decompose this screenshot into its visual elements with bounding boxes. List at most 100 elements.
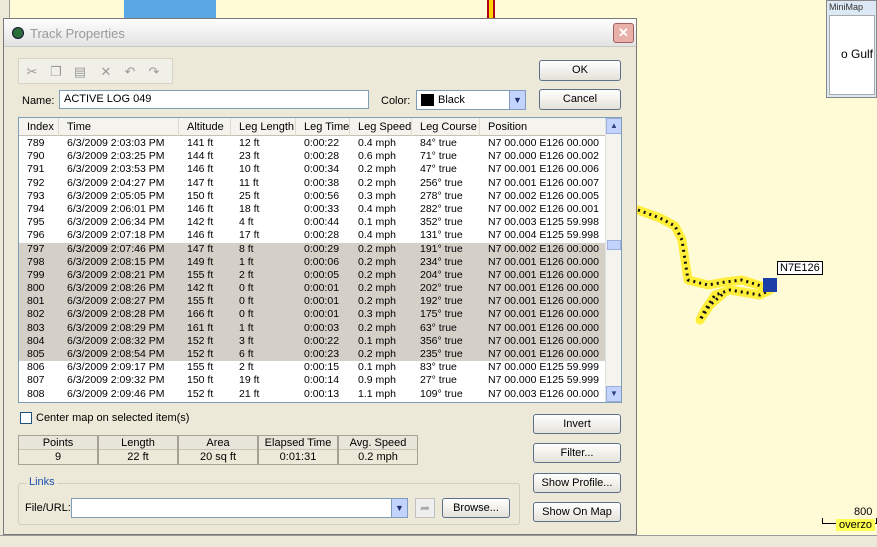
color-select[interactable]: Black ▼ [416, 90, 526, 110]
table-cell: 149 ft [187, 255, 214, 268]
table-cell: N7 00.001 E126 00.007 [488, 176, 599, 189]
track-points-table[interactable]: Index Time Altitude Leg Length Leg Time … [18, 117, 622, 403]
column-header[interactable]: Leg Speed [354, 118, 412, 136]
copy-icon[interactable]: ❐ [47, 63, 65, 81]
table-row[interactable]: 805 6/3/2009 2:08:54 PM 152 ft 6 ft 0:00:23 0… [19, 348, 607, 362]
cancel-button[interactable]: Cancel [539, 89, 621, 110]
table-cell: 808 [27, 387, 45, 400]
go-arrow-icon[interactable]: ➦ [415, 498, 435, 518]
table-cell: 6/3/2009 2:09:46 PM [67, 387, 165, 400]
table-cell: N7 00.003 E126 00.000 [488, 387, 599, 400]
scroll-thumb[interactable] [607, 240, 621, 250]
table-row[interactable]: 807 6/3/2009 2:09:32 PM 150 ft 19 ft 0:00:14… [19, 374, 607, 387]
table-cell: 150 ft [187, 189, 214, 202]
table-row[interactable]: 804 6/3/2009 2:08:32 PM 152 ft 3 ft 0:00:22 0… [19, 334, 607, 348]
table-row[interactable]: 789 6/3/2009 2:03:03 PM 141 ft 12 ft 0:00:22… [19, 137, 607, 150]
table-cell: 0 ft [239, 295, 254, 308]
table-row[interactable]: 802 6/3/2009 2:08:28 PM 166 ft 0 ft 0:00:01 0… [19, 308, 607, 322]
ok-button[interactable]: OK [539, 60, 621, 81]
filter-button[interactable]: Filter... [533, 443, 621, 463]
table-row[interactable]: 790 6/3/2009 2:03:25 PM 144 ft 23 ft 0:00:28… [19, 150, 607, 163]
column-header[interactable]: Position [484, 118, 607, 136]
table-row[interactable]: 795 6/3/2009 2:06:34 PM 142 ft 4 ft 0:00:44 0… [19, 216, 607, 229]
waypoint-label[interactable]: N7E126 [777, 261, 823, 275]
table-row[interactable]: 799 6/3/2009 2:08:21 PM 155 ft 2 ft 0:00:05 0… [19, 268, 607, 283]
table-cell: 6/3/2009 2:06:01 PM [67, 202, 165, 215]
column-header[interactable]: Leg Length [235, 118, 296, 136]
table-cell: 796 [27, 229, 45, 242]
table-row[interactable]: 801 6/3/2009 2:08:27 PM 155 ft 0 ft 0:00:01 0… [19, 295, 607, 309]
table-cell: 155 ft [187, 361, 214, 374]
table-cell: 792 [27, 176, 45, 189]
table-cell: 0:00:14 [304, 374, 340, 387]
table-cell: 8 ft [239, 242, 254, 255]
length-label: Length [99, 436, 177, 450]
column-header[interactable]: Leg Time [300, 118, 350, 136]
center-map-checkbox[interactable] [20, 412, 32, 424]
bottom-scrollbar[interactable] [0, 535, 877, 547]
table-cell: 155 ft [187, 268, 214, 281]
delete-icon[interactable]: ✕ [97, 63, 115, 81]
table-cell: 161 ft [187, 321, 214, 334]
table-cell: 234° true [420, 255, 463, 268]
column-header[interactable]: Altitude [183, 118, 231, 136]
table-cell: 806 [27, 361, 45, 374]
table-row[interactable]: 796 6/3/2009 2:07:18 PM 146 ft 17 ft 0:00:28… [19, 229, 607, 242]
chevron-down-icon[interactable]: ▼ [391, 499, 407, 517]
scroll-down-icon[interactable]: ▼ [606, 386, 621, 402]
table-row[interactable]: 793 6/3/2009 2:05:05 PM 150 ft 25 ft 0:00:56… [19, 190, 607, 203]
table-cell: N7 00.001 E126 00.000 [488, 295, 599, 308]
table-row[interactable]: 797 6/3/2009 2:07:46 PM 147 ft 8 ft 0:00:29 0… [19, 242, 607, 256]
scroll-up-icon[interactable]: ▲ [606, 118, 621, 134]
file-url-input[interactable]: ▼ [71, 498, 408, 518]
table-scrollbar[interactable]: ▲ ▼ [605, 118, 621, 402]
table-row[interactable]: 803 6/3/2009 2:08:29 PM 161 ft 1 ft 0:00:03 0… [19, 321, 607, 335]
table-cell: N7 00.001 E126 00.000 [488, 334, 599, 347]
table-row[interactable]: 798 6/3/2009 2:08:15 PM 149 ft 1 ft 0:00:06 0… [19, 255, 607, 269]
browse-button[interactable]: Browse... [442, 498, 510, 518]
table-row[interactable]: 794 6/3/2009 2:06:01 PM 146 ft 18 ft 0:00:33… [19, 203, 607, 216]
table-cell: 0:00:29 [304, 242, 340, 255]
cut-icon[interactable]: ✂ [23, 63, 41, 81]
table-cell: 0:00:01 [304, 308, 340, 321]
table-cell: 356° true [420, 334, 463, 347]
paste-icon[interactable]: ▤ [71, 63, 89, 81]
column-header[interactable]: Time [63, 118, 179, 136]
table-cell: N7 00.004 E125 59.998 [488, 229, 599, 242]
table-cell: 0.2 mph [358, 282, 396, 295]
table-row[interactable]: 808 6/3/2009 2:09:46 PM 152 ft 21 ft 0:00:13… [19, 388, 607, 401]
chevron-down-icon[interactable]: ▼ [509, 91, 525, 109]
waypoint-flag-icon[interactable] [763, 278, 777, 292]
table-row[interactable]: 792 6/3/2009 2:04:27 PM 147 ft 11 ft 0:00:38… [19, 177, 607, 190]
overzoom-badge: overzo [836, 519, 876, 531]
show-profile-button[interactable]: Show Profile... [533, 473, 621, 493]
name-label: Name: [22, 95, 55, 107]
redo-icon[interactable]: ↷ [145, 63, 163, 81]
table-header: Index Time Altitude Leg Length Leg Time … [19, 118, 607, 136]
table-cell: N7 00.001 E126 00.000 [488, 255, 599, 268]
table-cell: 801 [27, 295, 45, 308]
table-cell: 789 [27, 137, 45, 149]
column-header[interactable]: Index [19, 118, 59, 136]
undo-icon[interactable]: ↶ [121, 63, 139, 81]
table-cell: N7 00.000 E126 00.002 [488, 150, 599, 163]
column-header[interactable]: Leg Course [416, 118, 480, 136]
table-cell: 0:00:05 [304, 268, 340, 281]
name-input[interactable]: ACTIVE LOG 049 [59, 90, 369, 109]
table-cell: N7 00.001 E126 00.000 [488, 348, 599, 360]
show-on-map-button[interactable]: Show On Map [533, 502, 621, 522]
table-row[interactable]: 800 6/3/2009 2:08:26 PM 142 ft 0 ft 0:00:01 0… [19, 282, 607, 296]
table-cell: 146 ft [187, 202, 214, 215]
table-cell: 795 [27, 216, 45, 229]
table-cell: 0:00:01 [304, 282, 340, 295]
table-cell: 150 ft [187, 374, 214, 387]
table-row[interactable]: 791 6/3/2009 2:03:53 PM 146 ft 10 ft 0:00:34… [19, 163, 607, 176]
invert-button[interactable]: Invert [533, 414, 621, 434]
table-row[interactable]: 806 6/3/2009 2:09:17 PM 155 ft 2 ft 0:00:15 0… [19, 361, 607, 374]
table-cell: 6/3/2009 2:07:46 PM [67, 242, 165, 255]
close-button[interactable]: ✕ [613, 23, 634, 43]
table-cell: 0.2 mph [358, 348, 396, 360]
dialog-titlebar[interactable]: Track Properties ✕ [4, 19, 636, 47]
minimap[interactable]: MiniMap o Gulf [826, 0, 877, 98]
table-cell: 83° true [420, 361, 457, 374]
